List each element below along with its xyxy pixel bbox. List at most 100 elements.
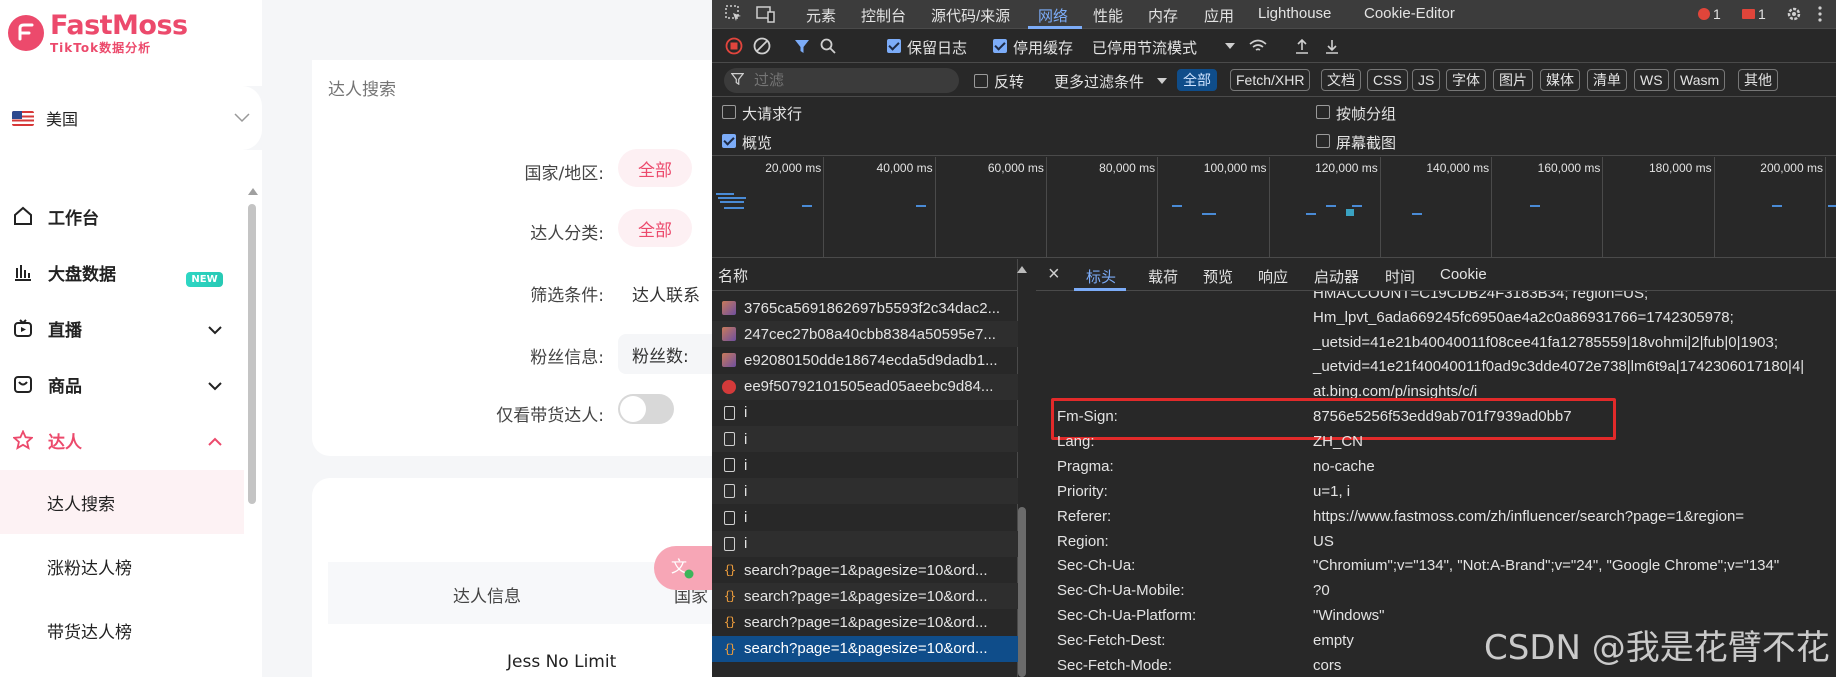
scroll-up-arrow-icon[interactable] <box>248 188 258 195</box>
overview-checkbox[interactable] <box>722 134 736 148</box>
fastmoss-logo[interactable]: FastMoss TikTok数据分析 <box>8 8 188 58</box>
clear-icon[interactable] <box>752 36 772 56</box>
detail-tab-timing[interactable]: 时间 <box>1385 266 1415 287</box>
tab-console[interactable]: 控制台 <box>861 5 906 26</box>
detail-tab-response[interactable]: 响应 <box>1258 266 1288 287</box>
import-har-icon[interactable] <box>1292 36 1312 56</box>
region-select[interactable]: 美国 <box>0 86 262 150</box>
country-all-pill[interactable]: 全部 <box>618 149 692 187</box>
filter-chip-wasm[interactable]: Wasm <box>1674 69 1726 91</box>
more-options-icon[interactable] <box>1810 4 1830 24</box>
sidebar-scrollbar[interactable] <box>244 182 262 677</box>
request-list-scrollbar[interactable] <box>1018 507 1026 677</box>
request-row[interactable]: {} search?page=1&pagesize=10&ord... <box>712 583 1018 610</box>
subnav-rising-influencers[interactable]: 涨粉达人榜 <box>0 534 244 598</box>
request-row[interactable]: ee9f50792101505ead05aeebc9d84... <box>712 373 1018 400</box>
filter-funnel-icon[interactable] <box>792 36 812 56</box>
subnav-influencer-search[interactable]: 达人搜索 <box>0 470 244 534</box>
header-value[interactable]: "Windows" <box>1313 607 1385 624</box>
filter-chip-img[interactable]: 图片 <box>1493 69 1533 91</box>
filter-chip-css[interactable]: CSS <box>1367 69 1408 91</box>
request-row[interactable]: 247cec27b08a40cbb8384a50595e7... <box>712 321 1018 348</box>
detail-tab-payload[interactable]: 载荷 <box>1148 266 1178 287</box>
screenshots-checkbox[interactable] <box>1316 134 1330 148</box>
request-row[interactable]: e92080150dde18674ecda5d9dadb1... <box>712 347 1018 373</box>
request-row[interactable]: {} search?page=1&pagesize=10&ord... <box>712 609 1018 635</box>
condition-contact-option[interactable]: 达人联系 <box>632 281 700 306</box>
request-row[interactable]: 3765ca5691862697b5593f2c34dac2... <box>712 295 1018 321</box>
request-row[interactable]: i <box>712 400 1018 426</box>
nav-item-live[interactable]: 直播 <box>0 298 244 358</box>
header-value[interactable]: cors <box>1313 657 1341 674</box>
nav-item-workbench[interactable]: 工作台 <box>0 186 244 246</box>
error-count[interactable]: 1 <box>1698 6 1721 22</box>
big-rows-checkbox[interactable] <box>722 105 736 119</box>
scroll-up-arrow-icon[interactable] <box>1017 266 1027 273</box>
influencer-name[interactable]: Jess No Limit <box>507 652 616 672</box>
header-value[interactable]: u=1, i <box>1313 483 1350 500</box>
filter-chip-font[interactable]: 字体 <box>1446 69 1486 91</box>
more-filters-dropdown[interactable]: 更多过滤条件 <box>1054 71 1144 92</box>
tab-lighthouse[interactable]: Lighthouse <box>1258 5 1331 22</box>
tab-performance[interactable]: 性能 <box>1093 5 1123 26</box>
nav-item-influencers[interactable]: 达人 <box>0 410 244 470</box>
filter-chip-fetch-xhr[interactable]: Fetch/XHR <box>1230 69 1311 91</box>
invert-checkbox[interactable] <box>974 74 988 88</box>
search-icon[interactable] <box>818 36 838 56</box>
detail-tab-initiator[interactable]: 启动器 <box>1314 266 1359 287</box>
request-row[interactable]: i <box>712 452 1018 478</box>
filter-chip-other[interactable]: 其他 <box>1738 69 1778 91</box>
inspect-element-icon[interactable] <box>724 4 744 24</box>
nav-item-products[interactable]: 商品 <box>0 354 244 414</box>
tab-application[interactable]: 应用 <box>1204 5 1234 26</box>
filter-chip-ws[interactable]: WS <box>1634 69 1669 91</box>
filter-chip-manifest[interactable]: 清单 <box>1587 69 1627 91</box>
preserve-log-checkbox[interactable] <box>887 39 901 53</box>
only-sellers-toggle[interactable] <box>618 394 674 424</box>
filter-chip-media[interactable]: 媒体 <box>1540 69 1580 91</box>
request-row[interactable]: i <box>712 426 1018 452</box>
disable-cache-checkbox[interactable] <box>993 39 1007 53</box>
detail-tab-cookie[interactable]: Cookie <box>1440 266 1487 283</box>
group-by-frame-checkbox[interactable] <box>1316 105 1330 119</box>
translate-float-button[interactable]: 文 <box>654 546 712 590</box>
request-row[interactable]: i <box>712 505 1018 531</box>
subnav-sales-influencers[interactable]: 带货达人榜 <box>0 598 244 662</box>
detail-tab-preview[interactable]: 预览 <box>1203 266 1233 287</box>
header-value[interactable]: ZH_CN <box>1313 433 1363 450</box>
detail-tab-headers[interactable]: 标头 <box>1086 266 1116 287</box>
gear-icon[interactable] <box>1784 4 1804 24</box>
device-toolbar-icon[interactable] <box>756 4 776 24</box>
issue-count[interactable]: 1 <box>1742 6 1766 22</box>
fans-count-select[interactable]: 粉丝数: <box>618 334 712 374</box>
category-all-pill[interactable]: 全部 <box>618 209 692 247</box>
tab-sources[interactable]: 源代码/来源 <box>931 5 1010 26</box>
filter-chip-doc[interactable]: 文档 <box>1321 69 1361 91</box>
header-value[interactable]: ?0 <box>1313 582 1330 599</box>
filter-chip-all[interactable]: 全部 <box>1177 69 1217 91</box>
request-row[interactable]: i <box>712 530 1018 557</box>
tab-memory[interactable]: 内存 <box>1148 5 1178 26</box>
request-list-header[interactable]: 名称 <box>712 259 1018 291</box>
network-overview-timeline[interactable]: 20,000 ms 40,000 ms 60,000 ms 80,000 ms 100,… <box>712 157 1836 258</box>
request-row[interactable]: {} search?page=1&pagesize=10&ord... <box>712 557 1018 583</box>
throttle-select[interactable]: 已停用节流模式 <box>1092 37 1197 58</box>
header-value[interactable]: no-cache <box>1313 458 1375 475</box>
close-icon[interactable]: × <box>1048 263 1060 286</box>
header-value[interactable]: 8756e5256f53edd9ab701f7939ad0bb7 <box>1313 408 1572 425</box>
header-value[interactable]: empty <box>1313 632 1354 649</box>
header-value[interactable]: https://www.fastmoss.com/zh/influencer/s… <box>1313 508 1744 525</box>
scrollbar-thumb[interactable] <box>248 204 256 504</box>
filter-chip-js[interactable]: JS <box>1412 69 1441 91</box>
stop-recording-icon[interactable] <box>724 36 744 56</box>
tab-network[interactable]: 网络 <box>1038 5 1068 26</box>
header-value[interactable]: US <box>1313 533 1334 550</box>
chevron-down-icon[interactable] <box>1220 36 1240 56</box>
network-filter-input[interactable] <box>724 68 959 93</box>
request-row[interactable]: {} search?page=1&pagesize=10&ord... <box>712 635 1018 662</box>
header-value[interactable]: "Chromium";v="134", "Not:A-Brand";v="24"… <box>1313 557 1779 574</box>
tab-cookie-editor[interactable]: Cookie-Editor <box>1364 5 1455 22</box>
request-row[interactable]: i <box>712 478 1018 505</box>
tab-elements[interactable]: 元素 <box>806 5 836 26</box>
export-har-icon[interactable] <box>1322 36 1342 56</box>
